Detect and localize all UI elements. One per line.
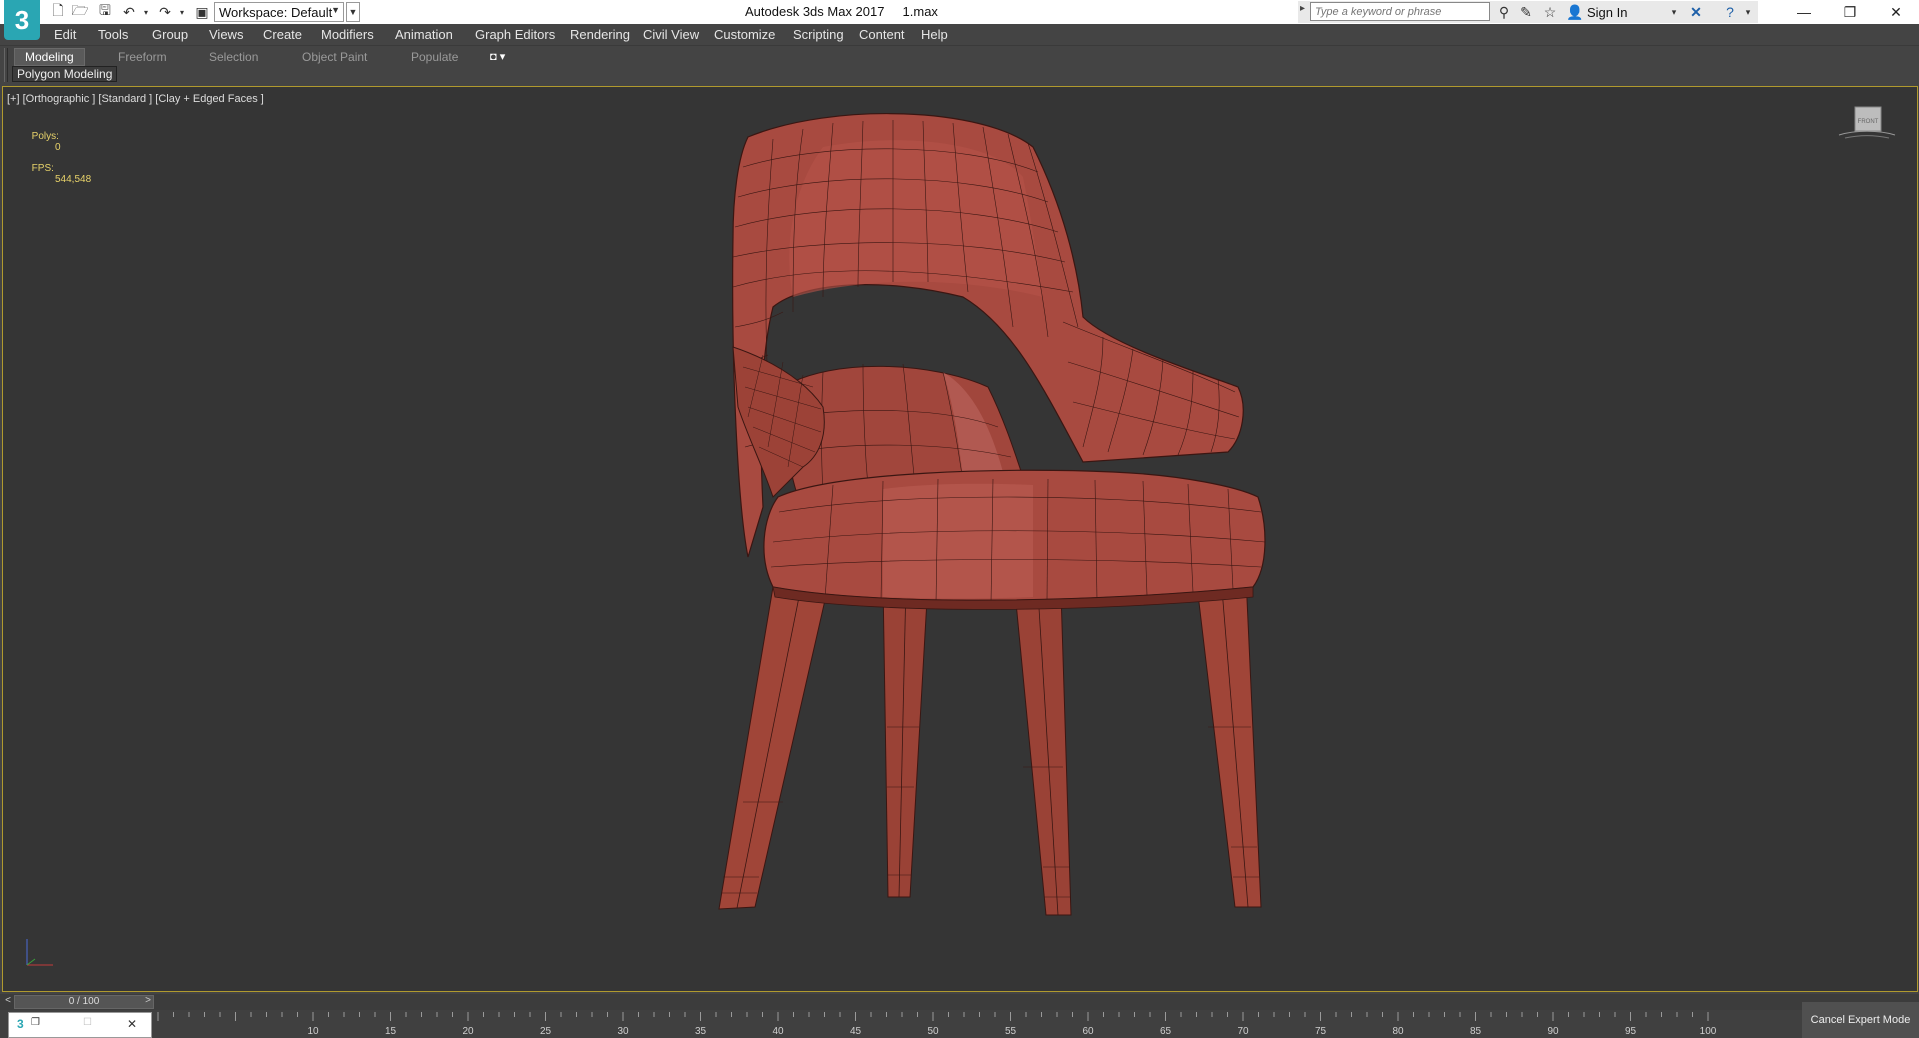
menu-bar: Edit Tools Group Views Create Modifiers … <box>0 24 1919 46</box>
chair-model[interactable] <box>3 87 1917 991</box>
user-icon[interactable]: 👤 <box>1565 2 1585 22</box>
help-icon[interactable]: ? <box>1720 2 1740 22</box>
menu-content[interactable]: Content <box>859 27 905 42</box>
timeline-tick-label: 80 <box>1392 1026 1404 1037</box>
axis-tripod-icon <box>26 939 53 966</box>
chair-seat <box>763 469 1266 610</box>
restore-icon[interactable]: ❐ <box>1827 0 1873 24</box>
infocenter-expand-icon[interactable]: ▸ <box>1300 3 1305 14</box>
menu-civil-view[interactable]: Civil View <box>643 27 699 42</box>
favorites-star-icon[interactable]: ☆ <box>1540 2 1560 22</box>
exchange-icon[interactable]: ✕ <box>1686 2 1706 22</box>
new-file-icon[interactable]: 🗋 <box>48 2 68 22</box>
workspace-dropdown[interactable]: Workspace: Default ▼ <box>214 2 344 22</box>
close-icon[interactable]: ✕ <box>1873 0 1919 24</box>
timeline-tick-label: 95 <box>1625 1026 1637 1037</box>
timeline-tick-label: 90 <box>1547 1026 1559 1037</box>
tools-icon[interactable]: ✎ <box>1516 2 1536 22</box>
chevron-down-icon: ▼ <box>331 5 340 15</box>
workspace-label: Workspace: Default <box>219 4 333 20</box>
timeline-tick-label: 15 <box>385 1026 397 1037</box>
app-thumbnail-icon[interactable]: 3 <box>17 1017 24 1031</box>
restore-thumbnail-icon[interactable]: ❐ <box>31 1017 40 1028</box>
menu-scripting[interactable]: Scripting <box>793 27 844 42</box>
timeline-tick-label: 20 <box>462 1026 474 1037</box>
cancel-expert-mode-button[interactable]: Cancel Expert Mode <box>1802 1002 1919 1038</box>
timeline-tick-label: 65 <box>1160 1026 1172 1037</box>
timeline-tick-label: 45 <box>850 1026 862 1037</box>
viewport-label-menu[interactable]: [+] [Orthographic ] [Standard ] [Clay + … <box>7 93 264 105</box>
polys-label: Polys: <box>31 131 59 142</box>
window-title: Autodesk 3ds Max 2017 1.max <box>745 4 938 19</box>
menu-rendering[interactable]: Rendering <box>570 27 630 42</box>
menu-edit[interactable]: Edit <box>54 27 76 42</box>
fps-value: 544,548 <box>55 174 92 185</box>
project-folder-icon[interactable]: ▣ <box>192 2 212 22</box>
menu-tools[interactable]: Tools <box>98 27 128 42</box>
timeline-ruler[interactable]: 10 15 20 25 30 35 40 45 50 55 60 65 70 75 80 85 90 95 100 <box>156 1012 1746 1038</box>
timeline-tick-label: 25 <box>540 1026 552 1037</box>
timeline-tick-label: 35 <box>695 1026 707 1037</box>
menu-customize[interactable]: Customize <box>714 27 775 42</box>
timeline-tick-label: 55 <box>1005 1026 1017 1037</box>
timeline-tick-label: 10 <box>307 1026 319 1037</box>
viewport-perspective[interactable]: [+] [Orthographic ] [Standard ] [Clay + … <box>2 86 1918 992</box>
menu-group[interactable]: Group <box>152 27 188 42</box>
ribbon: Modeling Freeform Selection Object Paint… <box>0 46 1919 84</box>
tab-selection[interactable]: Selection <box>199 48 268 66</box>
chair-leg-back-right <box>1014 591 1072 916</box>
open-file-icon[interactable]: 🗁 <box>70 2 90 22</box>
chair-leg-front-right <box>1195 576 1262 908</box>
close-thumbnail-icon[interactable]: ✕ <box>127 1017 137 1031</box>
quick-access-customize-icon[interactable]: ▼ <box>346 2 360 22</box>
menu-animation[interactable]: Animation <box>395 27 453 42</box>
menu-create[interactable]: Create <box>263 27 302 42</box>
minimize-icon[interactable]: — <box>1781 0 1827 24</box>
menu-views[interactable]: Views <box>209 27 243 42</box>
app-window: 3 🗋 🗁 🖫 ↶ ▾ ↷ ▾ ▣ Workspace: Default ▼ ▼… <box>0 0 1919 1038</box>
chair-leg-front-left <box>718 586 829 910</box>
timeline-tick-label: 60 <box>1082 1026 1094 1037</box>
redo-dropdown-icon[interactable]: ▾ <box>172 2 192 22</box>
ribbon-minimize-icon[interactable]: ◘ ▾ <box>490 50 505 63</box>
timeline-tick-label: 100 <box>1700 1026 1717 1037</box>
fps-label: FPS: <box>31 163 54 174</box>
binoculars-search-icon[interactable]: ⚲ <box>1494 2 1514 22</box>
taskbar-thumbnail[interactable]: 3 ❐ ☐ ✕ <box>8 1012 152 1038</box>
save-icon[interactable]: 🖫 <box>95 2 115 22</box>
polys-value: 0 <box>55 142 61 153</box>
help-dropdown-icon[interactable]: ▾ <box>1738 2 1758 22</box>
tab-modeling[interactable]: Modeling <box>14 48 85 66</box>
search-input[interactable] <box>1310 2 1490 21</box>
chair-leg-back-left <box>882 581 929 898</box>
viewcube-icon[interactable]: FRONT <box>1835 105 1899 145</box>
timeline-tick-label: 85 <box>1470 1026 1482 1037</box>
time-slider-bar: < 0 / 100 > <box>0 994 1919 1010</box>
timeline-tick-label: 70 <box>1237 1026 1249 1037</box>
time-slider[interactable]: 0 / 100 <box>14 995 154 1009</box>
undo-dropdown-icon[interactable]: ▾ <box>136 2 156 22</box>
time-next-button[interactable]: > <box>142 995 154 1009</box>
title-bar: 3 🗋 🗁 🖫 ↶ ▾ ↷ ▾ ▣ Workspace: Default ▼ ▼… <box>0 0 1919 40</box>
ribbon-grip[interactable] <box>4 48 8 82</box>
timeline-tick-label: 50 <box>927 1026 939 1037</box>
timeline-tick-label: 30 <box>617 1026 629 1037</box>
tab-populate[interactable]: Populate <box>401 48 468 66</box>
menu-modifiers[interactable]: Modifiers <box>321 27 374 42</box>
signin-dropdown-icon[interactable]: ▾ <box>1664 2 1684 22</box>
maximize-thumbnail-icon[interactable]: ☐ <box>83 1017 92 1028</box>
tab-object-paint[interactable]: Object Paint <box>292 48 377 66</box>
tab-freeform[interactable]: Freeform <box>108 48 177 66</box>
viewcube-face-label: FRONT <box>1858 119 1879 125</box>
app-logo-icon[interactable]: 3 <box>4 0 40 40</box>
polygon-modeling-panel[interactable]: Polygon Modeling <box>12 66 118 82</box>
sign-in-link[interactable]: Sign In <box>1587 5 1627 20</box>
timeline-tick-label: 75 <box>1315 1026 1327 1037</box>
time-prev-button[interactable]: < <box>2 995 14 1009</box>
fps-stat: FPS: 544,548 <box>15 152 91 196</box>
timeline-tick-label: 40 <box>772 1026 784 1037</box>
menu-graph-editors[interactable]: Graph Editors <box>475 27 555 42</box>
menu-help[interactable]: Help <box>921 27 948 42</box>
